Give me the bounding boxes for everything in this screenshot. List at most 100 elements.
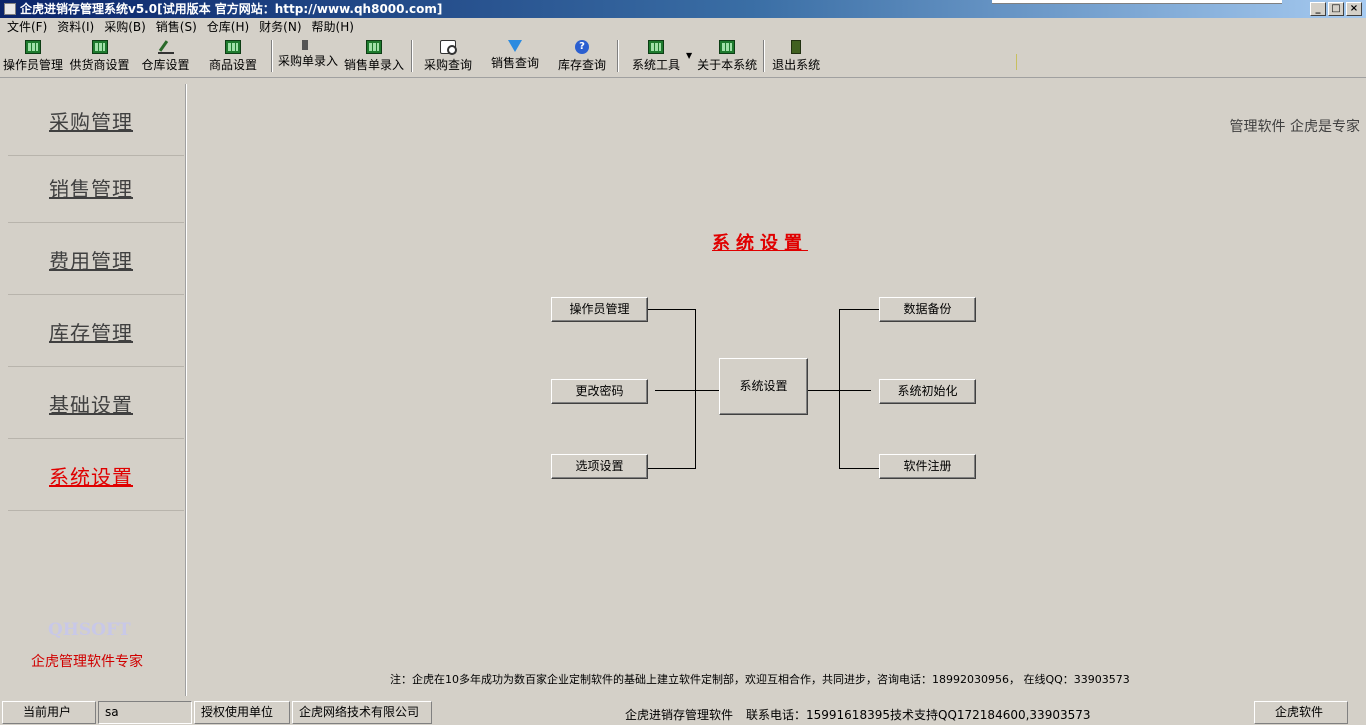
footer-note: 注：企虎在10多年成功为数百家企业定制软件的基础上建立软件定制部，欢迎互相合作，… xyxy=(390,673,1130,686)
vendor-label: 企虎软件 xyxy=(1254,701,1348,724)
sales-entry-button[interactable]: 销售单录入 xyxy=(340,37,408,75)
menu-file[interactable]: 文件(F) xyxy=(2,18,52,37)
sidebar-item-label: 基础设置 xyxy=(49,393,133,417)
window-title: 企虎进销存管理系统v5.0[试用版本 官方网站：http://www.qh800… xyxy=(20,2,443,16)
connector-line xyxy=(695,309,696,469)
supplier-button[interactable]: 供货商设置 xyxy=(66,37,133,75)
product-button[interactable]: 商品设置 xyxy=(198,37,268,75)
minimize-button[interactable]: _ xyxy=(1310,2,1326,16)
speaker-icon xyxy=(302,40,314,50)
exit-button[interactable]: 退出系统 xyxy=(768,37,824,75)
slogan: 管理软件 企虎是专家 xyxy=(1229,119,1360,135)
licensee-label: 授权使用单位 xyxy=(194,701,290,724)
system-init-button[interactable]: 系统初始化 xyxy=(879,379,976,404)
title-bar-input[interactable] xyxy=(992,0,1282,4)
current-user-value: sa xyxy=(98,701,192,724)
toolbar-marker xyxy=(1016,54,1017,70)
purchase-entry-button-label: 采购单录入 xyxy=(277,54,338,68)
sidebar-item-system-settings[interactable]: 系统设置 xyxy=(8,439,184,511)
product-button-label: 商品设置 xyxy=(208,58,257,72)
sidebar-item-label: 费用管理 xyxy=(49,249,133,273)
menu-bar: 文件(F) 资料(I) 采购(B) 销售(S) 仓库(H) 财务(N) 帮助(H… xyxy=(0,18,1366,37)
maximize-button[interactable]: □ xyxy=(1328,2,1344,16)
product-name: 企虎进销存管理软件 xyxy=(625,708,734,722)
sales-entry-button-label: 销售单录入 xyxy=(343,58,404,72)
exit-button-label: 退出系统 xyxy=(772,58,821,72)
connector-line xyxy=(655,390,719,391)
operator-button[interactable]: 操作员管理 xyxy=(0,37,66,75)
toolbar-separator xyxy=(271,40,273,72)
menu-purchase[interactable]: 采购(B) xyxy=(99,18,151,37)
toolbar-separator xyxy=(617,40,619,72)
contact-phone: 联系电话：15991618395 xyxy=(746,708,890,722)
menu-warehouse[interactable]: 仓库(H) xyxy=(202,18,254,37)
toolbar-separator xyxy=(763,40,766,72)
operator-button-label: 操作员管理 xyxy=(2,58,63,72)
connector-line xyxy=(839,309,840,469)
magnifier-icon xyxy=(440,40,457,55)
sidebar-item-label: 系统设置 xyxy=(49,465,133,489)
tools-button-label: 系统工具 xyxy=(631,58,680,72)
sidebar-item-label: 销售管理 xyxy=(49,177,133,201)
sidebar-item-basic-settings[interactable]: 基础设置 xyxy=(8,367,184,439)
toolbar-separator xyxy=(411,40,413,72)
sidebar: 采购管理 销售管理 费用管理 库存管理 基础设置 系统设置 QHSOFT 企虎管… xyxy=(0,84,187,696)
supplier-button-label: 供货商设置 xyxy=(69,58,130,72)
menu-sales[interactable]: 销售(S) xyxy=(151,18,202,37)
about-button[interactable]: 关于本系统 xyxy=(694,37,760,75)
help-icon: ? xyxy=(575,40,589,54)
current-user-label: 当前用户 xyxy=(2,701,96,724)
grid-icon xyxy=(366,40,382,54)
sales-query-button[interactable]: 销售查询 xyxy=(480,37,550,75)
data-backup-button[interactable]: 数据备份 xyxy=(879,297,976,322)
grid-icon xyxy=(25,40,41,54)
window-controls: _ □ × xyxy=(1310,2,1362,16)
system-settings-node[interactable]: 系统设置 xyxy=(719,358,808,415)
purchase-entry-button[interactable]: 采购单录入 xyxy=(276,37,340,75)
sidebar-divider xyxy=(185,84,187,696)
warehouse-button[interactable]: 仓库设置 xyxy=(133,37,198,75)
door-exit-icon xyxy=(791,40,802,54)
sales-query-button-label: 销售查询 xyxy=(490,56,539,70)
menu-help[interactable]: 帮助(H) xyxy=(307,18,359,37)
page-title: 系统设置 xyxy=(712,233,808,254)
warehouse-button-label: 仓库设置 xyxy=(141,58,190,72)
grid-icon xyxy=(648,40,664,54)
about-button-label: 关于本系统 xyxy=(697,58,758,72)
stock-query-button-label: 库存查询 xyxy=(557,58,606,72)
app-icon xyxy=(4,3,16,15)
sidebar-item-expense[interactable]: 费用管理 xyxy=(8,223,184,295)
status-bar: 当前用户 sa 授权使用单位 企虎网络技术有限公司 企虎进销存管理软件 联系电话… xyxy=(0,700,1366,725)
sidebar-item-inventory[interactable]: 库存管理 xyxy=(8,295,184,367)
menu-data[interactable]: 资料(I) xyxy=(52,18,99,37)
tools-dropdown-icon[interactable]: ▼ xyxy=(686,37,692,60)
edit-icon xyxy=(157,40,174,54)
change-password-button[interactable]: 更改密码 xyxy=(551,379,648,404)
stock-query-button[interactable]: ? 库存查询 xyxy=(550,37,614,75)
sidebar-item-label: 库存管理 xyxy=(49,321,133,345)
licensee-value: 企虎网络技术有限公司 xyxy=(292,701,432,724)
purchase-query-button-label: 采购查询 xyxy=(423,58,472,72)
purchase-query-button[interactable]: 采购查询 xyxy=(416,37,480,75)
connector-line xyxy=(647,468,695,469)
brand-tagline: 企虎管理软件专家 xyxy=(31,654,143,670)
operator-management-button[interactable]: 操作员管理 xyxy=(551,297,648,322)
sidebar-item-label: 采购管理 xyxy=(49,110,133,134)
tech-support: 技术支持QQ172184600,33903573 xyxy=(890,708,1091,722)
menu-finance[interactable]: 财务(N) xyxy=(254,18,306,37)
grid-icon xyxy=(719,40,736,54)
connector-line xyxy=(839,309,879,310)
grid-icon xyxy=(225,40,241,54)
down-arrow-icon xyxy=(508,40,522,52)
grid-icon xyxy=(91,40,108,54)
connector-line xyxy=(839,468,879,469)
sidebar-item-sales[interactable]: 销售管理 xyxy=(8,151,184,223)
connector-line xyxy=(647,309,695,310)
toolbar: 操作员管理 供货商设置 仓库设置 商品设置 采购单录入 销售单录入 采购查询 销… xyxy=(0,37,1366,78)
sidebar-item-purchase[interactable]: 采购管理 xyxy=(8,84,184,156)
software-register-button[interactable]: 软件注册 xyxy=(879,454,976,479)
options-settings-button[interactable]: 选项设置 xyxy=(551,454,648,479)
brand-logo-text: QHSOFT xyxy=(48,620,131,640)
close-button[interactable]: × xyxy=(1346,2,1362,16)
tools-button[interactable]: 系统工具 xyxy=(622,37,690,75)
